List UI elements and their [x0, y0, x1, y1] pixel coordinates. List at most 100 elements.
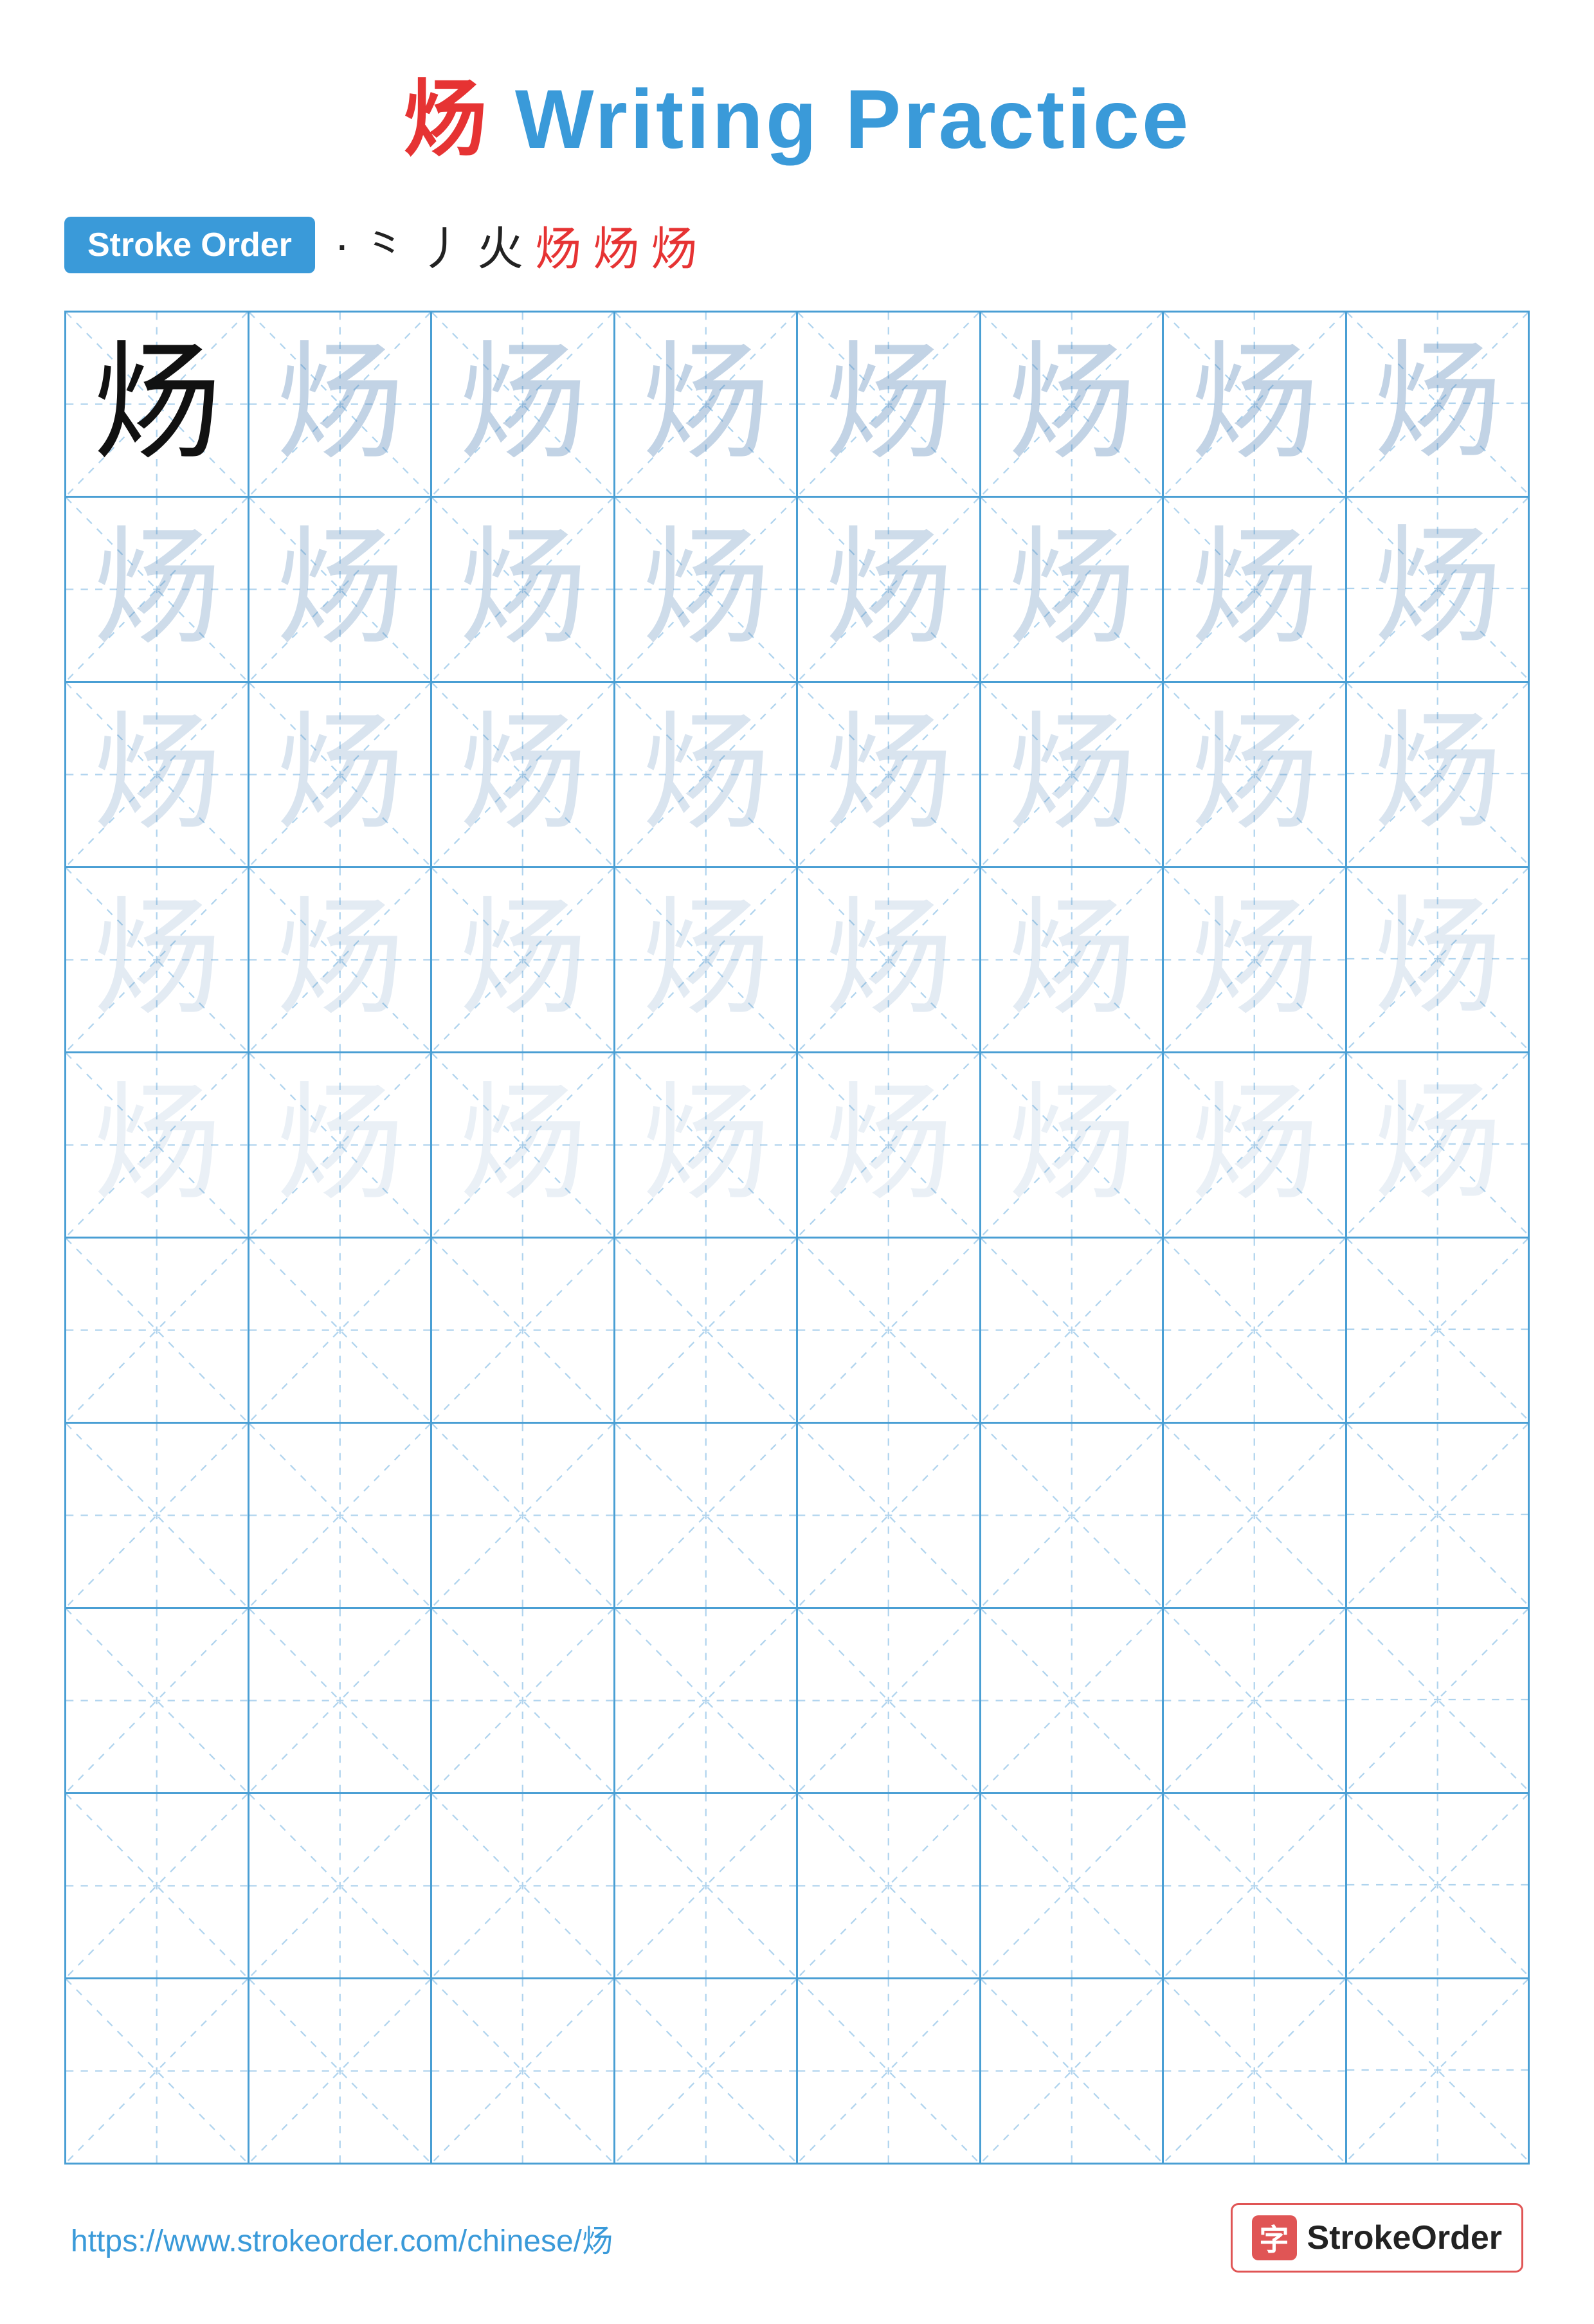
grid-cell-1-1[interactable]: 炀: [66, 313, 249, 496]
grid-cell-6-1[interactable]: [66, 1239, 249, 1422]
grid-cell-6-6[interactable]: [981, 1239, 1164, 1422]
grid-cell-10-3[interactable]: [432, 1979, 615, 2163]
grid-cell-7-6[interactable]: [981, 1424, 1164, 1607]
grid-cell-4-7[interactable]: 炀: [1164, 868, 1347, 1051]
footer-logo-icon: 字: [1252, 2215, 1297, 2260]
grid-cell-10-4[interactable]: [615, 1979, 799, 2163]
grid-cell-9-4[interactable]: [615, 1794, 799, 1977]
grid-cell-7-5[interactable]: [798, 1424, 981, 1607]
grid-cell-2-6[interactable]: 炀: [981, 498, 1164, 681]
grid-cell-2-4[interactable]: 炀: [615, 498, 799, 681]
stroke-order-row: Stroke Order · ⺀ 丿 火 炀 炀 炀: [64, 211, 1530, 278]
grid-cell-4-2[interactable]: 炀: [249, 868, 433, 1051]
grid-row-1: 炀 炀: [66, 313, 1528, 498]
stroke-5: 炀: [535, 211, 581, 278]
grid-cell-1-3[interactable]: 炀: [432, 313, 615, 496]
grid-cell-5-4[interactable]: 炀: [615, 1053, 799, 1237]
grid-cell-7-2[interactable]: [249, 1424, 433, 1607]
stroke-4: 火: [477, 211, 523, 278]
grid-cell-7-8[interactable]: [1347, 1424, 1528, 1605]
grid-cell-4-8[interactable]: 炀: [1347, 868, 1528, 1049]
grid-cell-6-7[interactable]: [1164, 1239, 1347, 1422]
grid-cell-8-3[interactable]: [432, 1609, 615, 1792]
stroke-sequence: · ⺀ 丿 火 炀 炀 炀: [334, 211, 697, 278]
grid-cell-7-1[interactable]: [66, 1424, 249, 1607]
grid-row-3: 炀 炀: [66, 683, 1528, 868]
grid-cell-9-8[interactable]: [1347, 1794, 1528, 1975]
grid-cell-3-8[interactable]: 炀: [1347, 683, 1528, 864]
grid-cell-3-3[interactable]: 炀: [432, 683, 615, 866]
grid-cell-4-1[interactable]: 炀: [66, 868, 249, 1051]
footer-logo-text: StrokeOrder: [1307, 2219, 1502, 2257]
grid-cell-6-2[interactable]: [249, 1239, 433, 1422]
grid-cell-10-7[interactable]: [1164, 1979, 1347, 2163]
grid-cell-9-5[interactable]: [798, 1794, 981, 1977]
grid-cell-3-2[interactable]: 炀: [249, 683, 433, 866]
grid-cell-4-6[interactable]: 炀: [981, 868, 1164, 1051]
grid-cell-3-1[interactable]: 炀: [66, 683, 249, 866]
grid-cell-8-5[interactable]: [798, 1609, 981, 1792]
grid-cell-8-8[interactable]: [1347, 1609, 1528, 1790]
grid-cell-9-1[interactable]: [66, 1794, 249, 1977]
grid-cell-1-2[interactable]: 炀: [249, 313, 433, 496]
grid-cell-10-6[interactable]: [981, 1979, 1164, 2163]
grid-cell-5-6[interactable]: 炀: [981, 1053, 1164, 1237]
grid-cell-6-8[interactable]: [1347, 1239, 1528, 1420]
stroke-6: 炀: [593, 211, 639, 278]
grid-cell-8-6[interactable]: [981, 1609, 1164, 1792]
grid-cell-7-3[interactable]: [432, 1424, 615, 1607]
grid-cell-8-2[interactable]: [249, 1609, 433, 1792]
grid-cell-3-6[interactable]: 炀: [981, 683, 1164, 866]
grid-cell-9-3[interactable]: [432, 1794, 615, 1977]
grid-cell-4-3[interactable]: 炀: [432, 868, 615, 1051]
grid-cell-6-4[interactable]: [615, 1239, 799, 1422]
grid-cell-4-5[interactable]: 炀: [798, 868, 981, 1051]
grid-cell-5-5[interactable]: 炀: [798, 1053, 981, 1237]
grid-cell-5-1[interactable]: 炀: [66, 1053, 249, 1237]
page-title: 炀 Writing Practice: [403, 51, 1191, 172]
grid-cell-4-4[interactable]: 炀: [615, 868, 799, 1051]
grid-cell-5-7[interactable]: 炀: [1164, 1053, 1347, 1237]
grid-cell-10-2[interactable]: [249, 1979, 433, 2163]
grid-cell-7-4[interactable]: [615, 1424, 799, 1607]
grid-cell-5-2[interactable]: 炀: [249, 1053, 433, 1237]
grid-cell-10-8[interactable]: [1347, 1979, 1528, 2161]
footer: https://www.strokeorder.com/chinese/炀 字 …: [64, 2203, 1530, 2273]
grid-cell-8-4[interactable]: [615, 1609, 799, 1792]
grid-cell-2-8[interactable]: 炀: [1347, 498, 1528, 679]
grid-cell-2-5[interactable]: 炀: [798, 498, 981, 681]
grid-row-10: [66, 1979, 1528, 2163]
grid-cell-1-5[interactable]: 炀: [798, 313, 981, 496]
grid-cell-3-5[interactable]: 炀: [798, 683, 981, 866]
grid-row-9: [66, 1794, 1528, 1979]
grid-row-8: [66, 1609, 1528, 1794]
footer-url[interactable]: https://www.strokeorder.com/chinese/炀: [71, 2215, 613, 2260]
grid-cell-8-1[interactable]: [66, 1609, 249, 1792]
grid-cell-1-6[interactable]: 炀: [981, 313, 1164, 496]
grid-cell-1-7[interactable]: 炀: [1164, 313, 1347, 496]
grid-cell-2-2[interactable]: 炀: [249, 498, 433, 681]
grid-cell-9-2[interactable]: [249, 1794, 433, 1977]
grid-row-5: 炀 炀: [66, 1053, 1528, 1239]
grid-cell-2-7[interactable]: 炀: [1164, 498, 1347, 681]
grid-cell-10-5[interactable]: [798, 1979, 981, 2163]
grid-cell-9-7[interactable]: [1164, 1794, 1347, 1977]
grid-cell-1-4[interactable]: 炀: [615, 313, 799, 496]
grid-cell-1-8[interactable]: 炀: [1347, 313, 1528, 494]
grid-cell-7-7[interactable]: [1164, 1424, 1347, 1607]
grid-cell-5-8[interactable]: 炀: [1347, 1053, 1528, 1235]
grid-cell-3-4[interactable]: 炀: [615, 683, 799, 866]
grid-cell-6-5[interactable]: [798, 1239, 981, 1422]
grid-cell-2-1[interactable]: 炀: [66, 498, 249, 681]
grid-cell-5-3[interactable]: 炀: [432, 1053, 615, 1237]
stroke-1: ·: [334, 219, 350, 271]
practice-grid: 炀 炀: [64, 311, 1530, 2165]
grid-row-4: 炀 炀: [66, 868, 1528, 1053]
grid-cell-10-1[interactable]: [66, 1979, 249, 2163]
grid-cell-3-7[interactable]: 炀: [1164, 683, 1347, 866]
grid-cell-6-3[interactable]: [432, 1239, 615, 1422]
grid-cell-9-6[interactable]: [981, 1794, 1164, 1977]
stroke-2: ⺀: [361, 211, 408, 278]
grid-cell-2-3[interactable]: 炀: [432, 498, 615, 681]
grid-cell-8-7[interactable]: [1164, 1609, 1347, 1792]
